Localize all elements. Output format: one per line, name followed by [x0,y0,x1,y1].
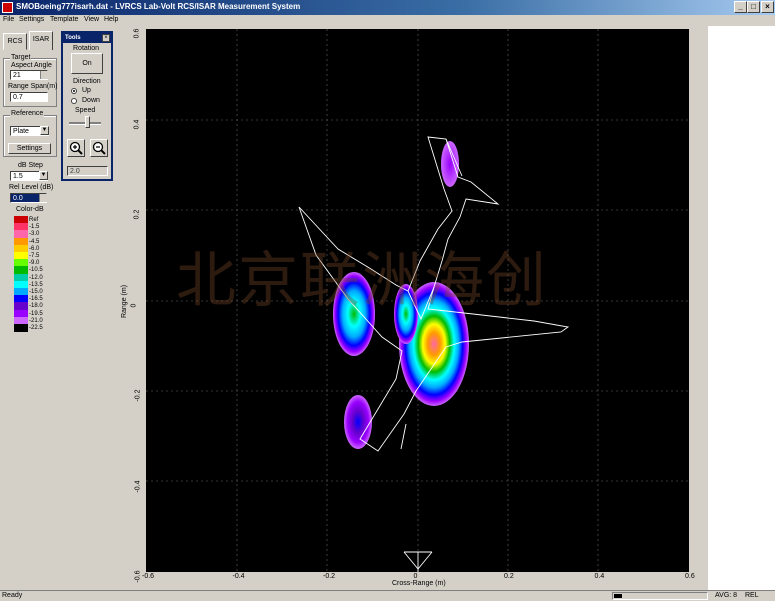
x-tick-label: -0.2 [323,573,336,580]
range-span-input[interactable]: 0.7 [10,92,48,102]
y-tick-label: -0.6 [134,570,142,583]
direction-down-radio[interactable] [71,98,77,104]
legend-label: -9.0 [29,260,40,267]
x-tick-label: 0 [413,573,418,580]
rel-level-label: Rel Level (dB) [9,184,54,191]
x-tick-label: -0.4 [232,573,245,580]
zoom-level-field: 2.0 [67,166,108,176]
tab-isar[interactable]: ISAR [29,31,53,50]
legend-label: -22.5 [29,325,43,331]
direction-down-label: Down [82,97,100,104]
rel-level-spinner[interactable] [39,194,47,202]
close-icon[interactable]: × [102,34,110,42]
zoom-in-button[interactable] [67,139,85,157]
chevron-down-icon[interactable]: ▼ [40,126,49,135]
legend-label: -15.0 [29,289,43,295]
legend-label: -13.5 [29,281,43,288]
app-icon[interactable] [2,2,13,13]
y-tick-label: 0.2 [133,209,141,220]
radar-position-marker [403,551,433,572]
y-tick-label: -0.2 [134,389,142,402]
menu-template[interactable]: Template [50,16,78,23]
rotation-on-button[interactable]: On [71,53,103,74]
isar-image-plot[interactable] [146,29,689,572]
menu-file[interactable]: File [3,16,14,23]
progress-bar [612,592,708,600]
isar-image-canvas [146,29,689,572]
x-tick-label: -0.6 [142,573,155,580]
avg-indicator: AVG: 8 [715,592,738,599]
tools-window: Tools × Rotation On Direction Up Down Sp… [61,31,113,181]
settings-button[interactable]: Settings [8,143,51,154]
menu-help[interactable]: Help [104,16,118,23]
status-bar: Ready AVG: 8 REL [0,590,775,601]
legend-label: -7.5 [29,253,40,259]
rotation-label: Rotation [73,45,100,52]
maximize-button[interactable]: □ [747,1,760,13]
legend-label: -12.0 [29,274,43,281]
legend-row: -22.5 [14,324,44,332]
y-axis-label: Range (m) [121,284,129,319]
menu-settings[interactable]: Settings [19,16,44,23]
aspect-angle-label: Aspect Angle [11,62,52,69]
scatter-hotspot-wingtip [344,395,372,449]
target-group-label: Target [10,54,32,61]
direction-up-label: Up [82,87,91,94]
x-tick-label: 0.6 [685,573,695,580]
legend-label: -19.5 [29,310,43,317]
direction-label: Direction [73,78,101,85]
legend-label: Ref [29,217,39,223]
rel-indicator: REL [745,592,759,599]
zoom-out-button[interactable] [90,139,108,157]
minimize-button[interactable]: _ [734,1,747,13]
window-title: SMOBoeing777isarh.dat - LVRCS Lab-Volt R… [16,2,301,11]
legend-swatch [14,324,28,332]
direction-up-radio[interactable] [71,88,77,94]
zoom-out-icon [92,141,106,155]
menu-view[interactable]: View [84,16,99,23]
speed-slider-thumb[interactable] [85,116,90,128]
zoom-in-icon [69,141,83,155]
range-span-label: Range Span(m) [8,83,58,90]
status-text: Ready [2,592,23,599]
color-db-label: Color-dB [16,206,44,213]
right-blank-area [708,26,775,590]
y-tick-label: 0.4 [133,119,141,129]
menu-bar: File Settings Template View Help [0,15,775,26]
y-tick-label: 0.6 [133,28,141,39]
chevron-down-icon[interactable]: ▼ [39,171,48,180]
aspect-angle-spinner[interactable] [40,71,48,79]
scatter-hotspot-engine [333,272,375,356]
x-tick-label: 0.4 [594,573,605,580]
legend-label: -16.5 [29,296,43,303]
legend-label: -18.0 [29,303,43,310]
db-step-label: dB Step [18,162,43,169]
legend-label: -3.0 [29,231,40,238]
legend-label: -1.5 [29,224,40,231]
legend-label: -4.5 [29,238,40,245]
reference-group-label: Reference [10,110,45,117]
y-tick-label: -0.4 [134,479,142,493]
scatter-hotspot-nose [394,284,418,344]
speed-label: Speed [75,107,96,114]
legend-label: -21.0 [29,317,43,324]
close-button[interactable]: × [761,1,774,13]
legend-label: -10.5 [29,267,43,274]
x-axis-label: Cross-Range (m) [392,580,446,587]
x-tick-label: 0.2 [504,573,514,580]
title-bar: SMOBoeing777isarh.dat - LVRCS Lab-Volt R… [0,0,775,15]
y-tick-label: 0 [130,303,138,307]
tab-rcs[interactable]: RCS [3,33,27,50]
legend-label: -6.0 [29,245,40,252]
